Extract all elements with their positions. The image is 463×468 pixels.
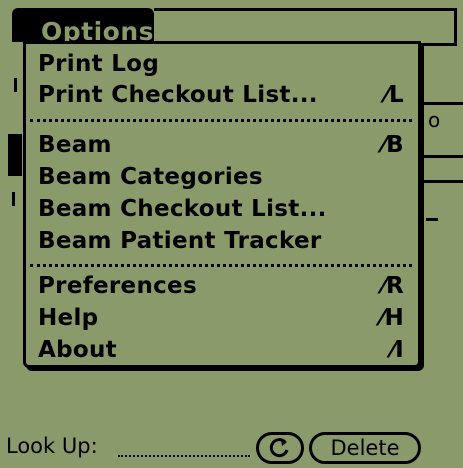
bg-divider: [418, 102, 463, 105]
menu-item-label: Beam: [38, 132, 112, 158]
delete-button[interactable]: Delete: [309, 432, 421, 464]
menu-item-preferences[interactable]: Preferences ⁄R: [38, 271, 404, 301]
menu-item-label: About: [38, 337, 117, 363]
refresh-icon: [269, 438, 289, 458]
menu-item-beam-categories[interactable]: Beam Categories: [38, 162, 404, 192]
menu-item-label: Preferences: [38, 273, 197, 299]
bg-fragment-text: o: [428, 108, 441, 132]
bg-divider: [418, 155, 463, 158]
menu-item-print-checkout-list[interactable]: Print Checkout List... ⁄L: [38, 80, 404, 110]
menu-item-about[interactable]: About ⁄I: [38, 335, 404, 365]
menu-shortcut: ⁄R: [381, 273, 404, 299]
menu-item-label: Beam Patient Tracker: [38, 228, 322, 254]
menu-item-label: Beam Checkout List...: [38, 196, 327, 222]
menu-shortcut: ⁄I: [391, 337, 404, 363]
menu-item-label: Beam Categories: [38, 164, 263, 190]
menu-item-help[interactable]: Help ⁄H: [38, 303, 404, 333]
menu-separator: [30, 119, 412, 122]
menu-item-beam[interactable]: Beam ⁄B: [38, 130, 404, 160]
menu-title-tab[interactable]: Options: [12, 8, 154, 46]
lookup-label: Look Up:: [6, 434, 98, 458]
menu-shortcut: ⁄H: [380, 305, 404, 331]
menu-shortcut: ⁄L: [384, 82, 404, 108]
options-menu: Print Log Print Checkout List... ⁄L Beam…: [23, 41, 421, 368]
bg-divider: [426, 218, 438, 221]
bg-left-bar: [8, 134, 22, 176]
menu-item-beam-checkout-list[interactable]: Beam Checkout List...: [38, 194, 404, 224]
bg-left-tick: [12, 192, 15, 206]
menu-item-label: Print Log: [38, 51, 160, 77]
menu-item-label: Help: [38, 305, 99, 331]
bg-left-tick: [14, 78, 17, 92]
menu-item-beam-patient-tracker[interactable]: Beam Patient Tracker: [38, 226, 404, 256]
lookup-input[interactable]: [118, 455, 250, 457]
bg-divider: [418, 180, 463, 183]
palm-screen: o Options Print Log Print Checkout List.…: [0, 0, 463, 468]
menu-item-label: Print Checkout List...: [38, 82, 318, 108]
refresh-button[interactable]: [256, 432, 304, 464]
menu-shortcut: ⁄B: [382, 132, 404, 158]
menu-item-print-log[interactable]: Print Log: [38, 49, 404, 79]
menu-separator: [30, 264, 412, 267]
